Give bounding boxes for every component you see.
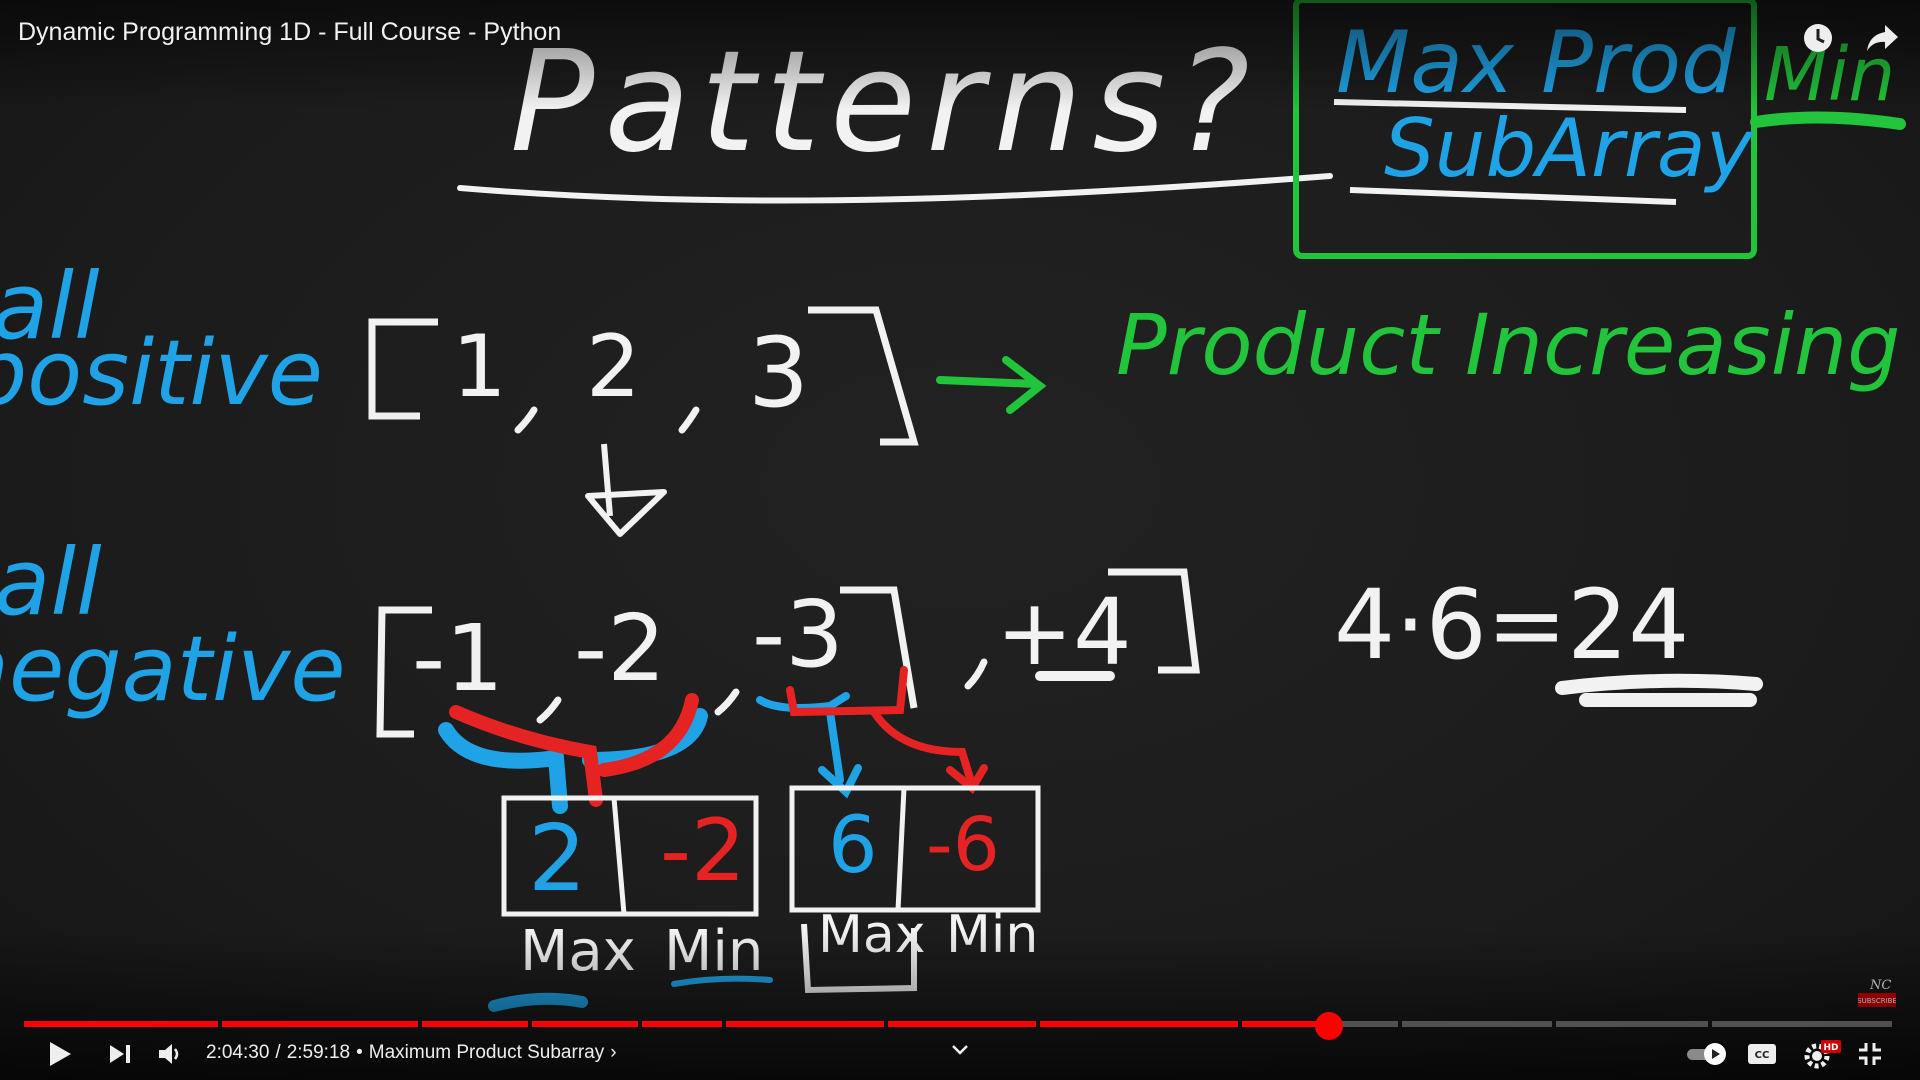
progress-played-segment[interactable] <box>888 1021 1036 1027</box>
cell-max-b: 6 <box>828 801 878 891</box>
subscribe-badge[interactable]: NC SUBSCRIBE <box>1857 975 1897 1009</box>
time-separator: / <box>275 1042 281 1063</box>
chevron-down-icon[interactable] <box>946 1032 974 1068</box>
label-max-a: Max <box>520 919 636 984</box>
red-merge-arrow <box>449 693 699 807</box>
neg-array-2: -2 <box>574 595 666 702</box>
progress-bar[interactable] <box>24 1012 1896 1040</box>
neg-array-3: -3 <box>752 581 844 688</box>
down-arrow <box>585 443 667 537</box>
chapter-title[interactable]: Maximum Product Subarray <box>369 1042 604 1064</box>
play-icon <box>50 1042 71 1066</box>
current-time: 2:04:30 <box>206 1042 270 1063</box>
progress-played-segment[interactable] <box>422 1021 528 1027</box>
label-min-a: Min <box>664 919 763 984</box>
pos-array-1: 1 <box>452 317 507 417</box>
autoplay-toggle[interactable] <box>1684 1036 1730 1072</box>
neg-array-4: +4 <box>996 579 1132 686</box>
equation: 4·6=24 <box>1334 569 1689 681</box>
svg-text:CC: CC <box>1755 1050 1770 1061</box>
video-frame[interactable]: Patterns? Max Prod SubArray Min all posi… <box>0 0 1920 1080</box>
progress-played-segment[interactable] <box>642 1021 722 1027</box>
clock-icon[interactable] <box>1798 18 1838 58</box>
product-increasing: Product Increasing <box>1116 296 1901 394</box>
neg-array-1: -1 <box>412 605 504 712</box>
progress-played-segment[interactable] <box>1040 1021 1238 1027</box>
settings-button[interactable]: HD <box>1800 1036 1842 1072</box>
exit-fullscreen-icon <box>1859 1043 1881 1065</box>
progress-chapter-segment[interactable] <box>1556 1021 1708 1027</box>
cell-min-a: -2 <box>660 801 746 901</box>
cc-button[interactable]: CC <box>1744 1036 1780 1072</box>
chapter-bullet: • <box>356 1042 363 1063</box>
cell-max-a: 2 <box>528 805 587 912</box>
share-icon[interactable] <box>1862 18 1902 58</box>
green-arrow <box>936 356 1047 414</box>
label-max-b: Max <box>818 905 926 965</box>
progress-chapter-segment[interactable] <box>1402 1021 1552 1027</box>
pos-array-3: 3 <box>748 317 809 429</box>
label-min-b: Min <box>946 905 1038 965</box>
duration: 2:59:18 <box>286 1042 351 1063</box>
heading-text: Patterns? <box>510 21 1260 184</box>
volume-button[interactable] <box>152 1036 188 1072</box>
subscribe-text: SUBSCRIBE <box>1858 997 1896 1005</box>
progress-played-segment[interactable] <box>222 1021 418 1027</box>
pos-bracket-left <box>368 318 438 420</box>
hd-badge: HD <box>1823 1043 1838 1053</box>
box-title-line1: Max Prod <box>1336 13 1736 113</box>
progress-played-segment[interactable] <box>532 1021 638 1027</box>
all-negative-2: negative <box>0 617 346 722</box>
cell-min-b: -6 <box>926 802 1000 888</box>
cc-icon: CC <box>1748 1044 1776 1064</box>
next-button[interactable] <box>100 1036 140 1072</box>
channel-mark: NC <box>1869 978 1891 993</box>
all-positive-2: positive <box>0 321 323 426</box>
next-icon <box>110 1045 130 1063</box>
chevron-right-icon[interactable]: › <box>610 1042 616 1064</box>
box-title-line2: SubArray <box>1384 102 1755 195</box>
progress-chapter-segment[interactable] <box>1712 1021 1892 1027</box>
video-title[interactable]: Dynamic Programming 1D - Full Course - P… <box>18 18 561 47</box>
progress-played-segment[interactable] <box>726 1021 884 1027</box>
gear-icon: HD <box>1804 1040 1841 1069</box>
whiteboard: Patterns? Max Prod SubArray Min all posi… <box>0 0 1906 1012</box>
volume-icon <box>159 1044 179 1064</box>
time-display: 2:04:30 / 2:59:18 • Maximum Product Suba… <box>206 1042 617 1064</box>
progress-played-segment[interactable] <box>24 1021 218 1027</box>
play-button[interactable] <box>40 1036 80 1072</box>
exit-fullscreen-button[interactable] <box>1852 1036 1888 1072</box>
pos-bracket-right <box>808 306 919 446</box>
pos-array-2: 2 <box>586 317 641 417</box>
